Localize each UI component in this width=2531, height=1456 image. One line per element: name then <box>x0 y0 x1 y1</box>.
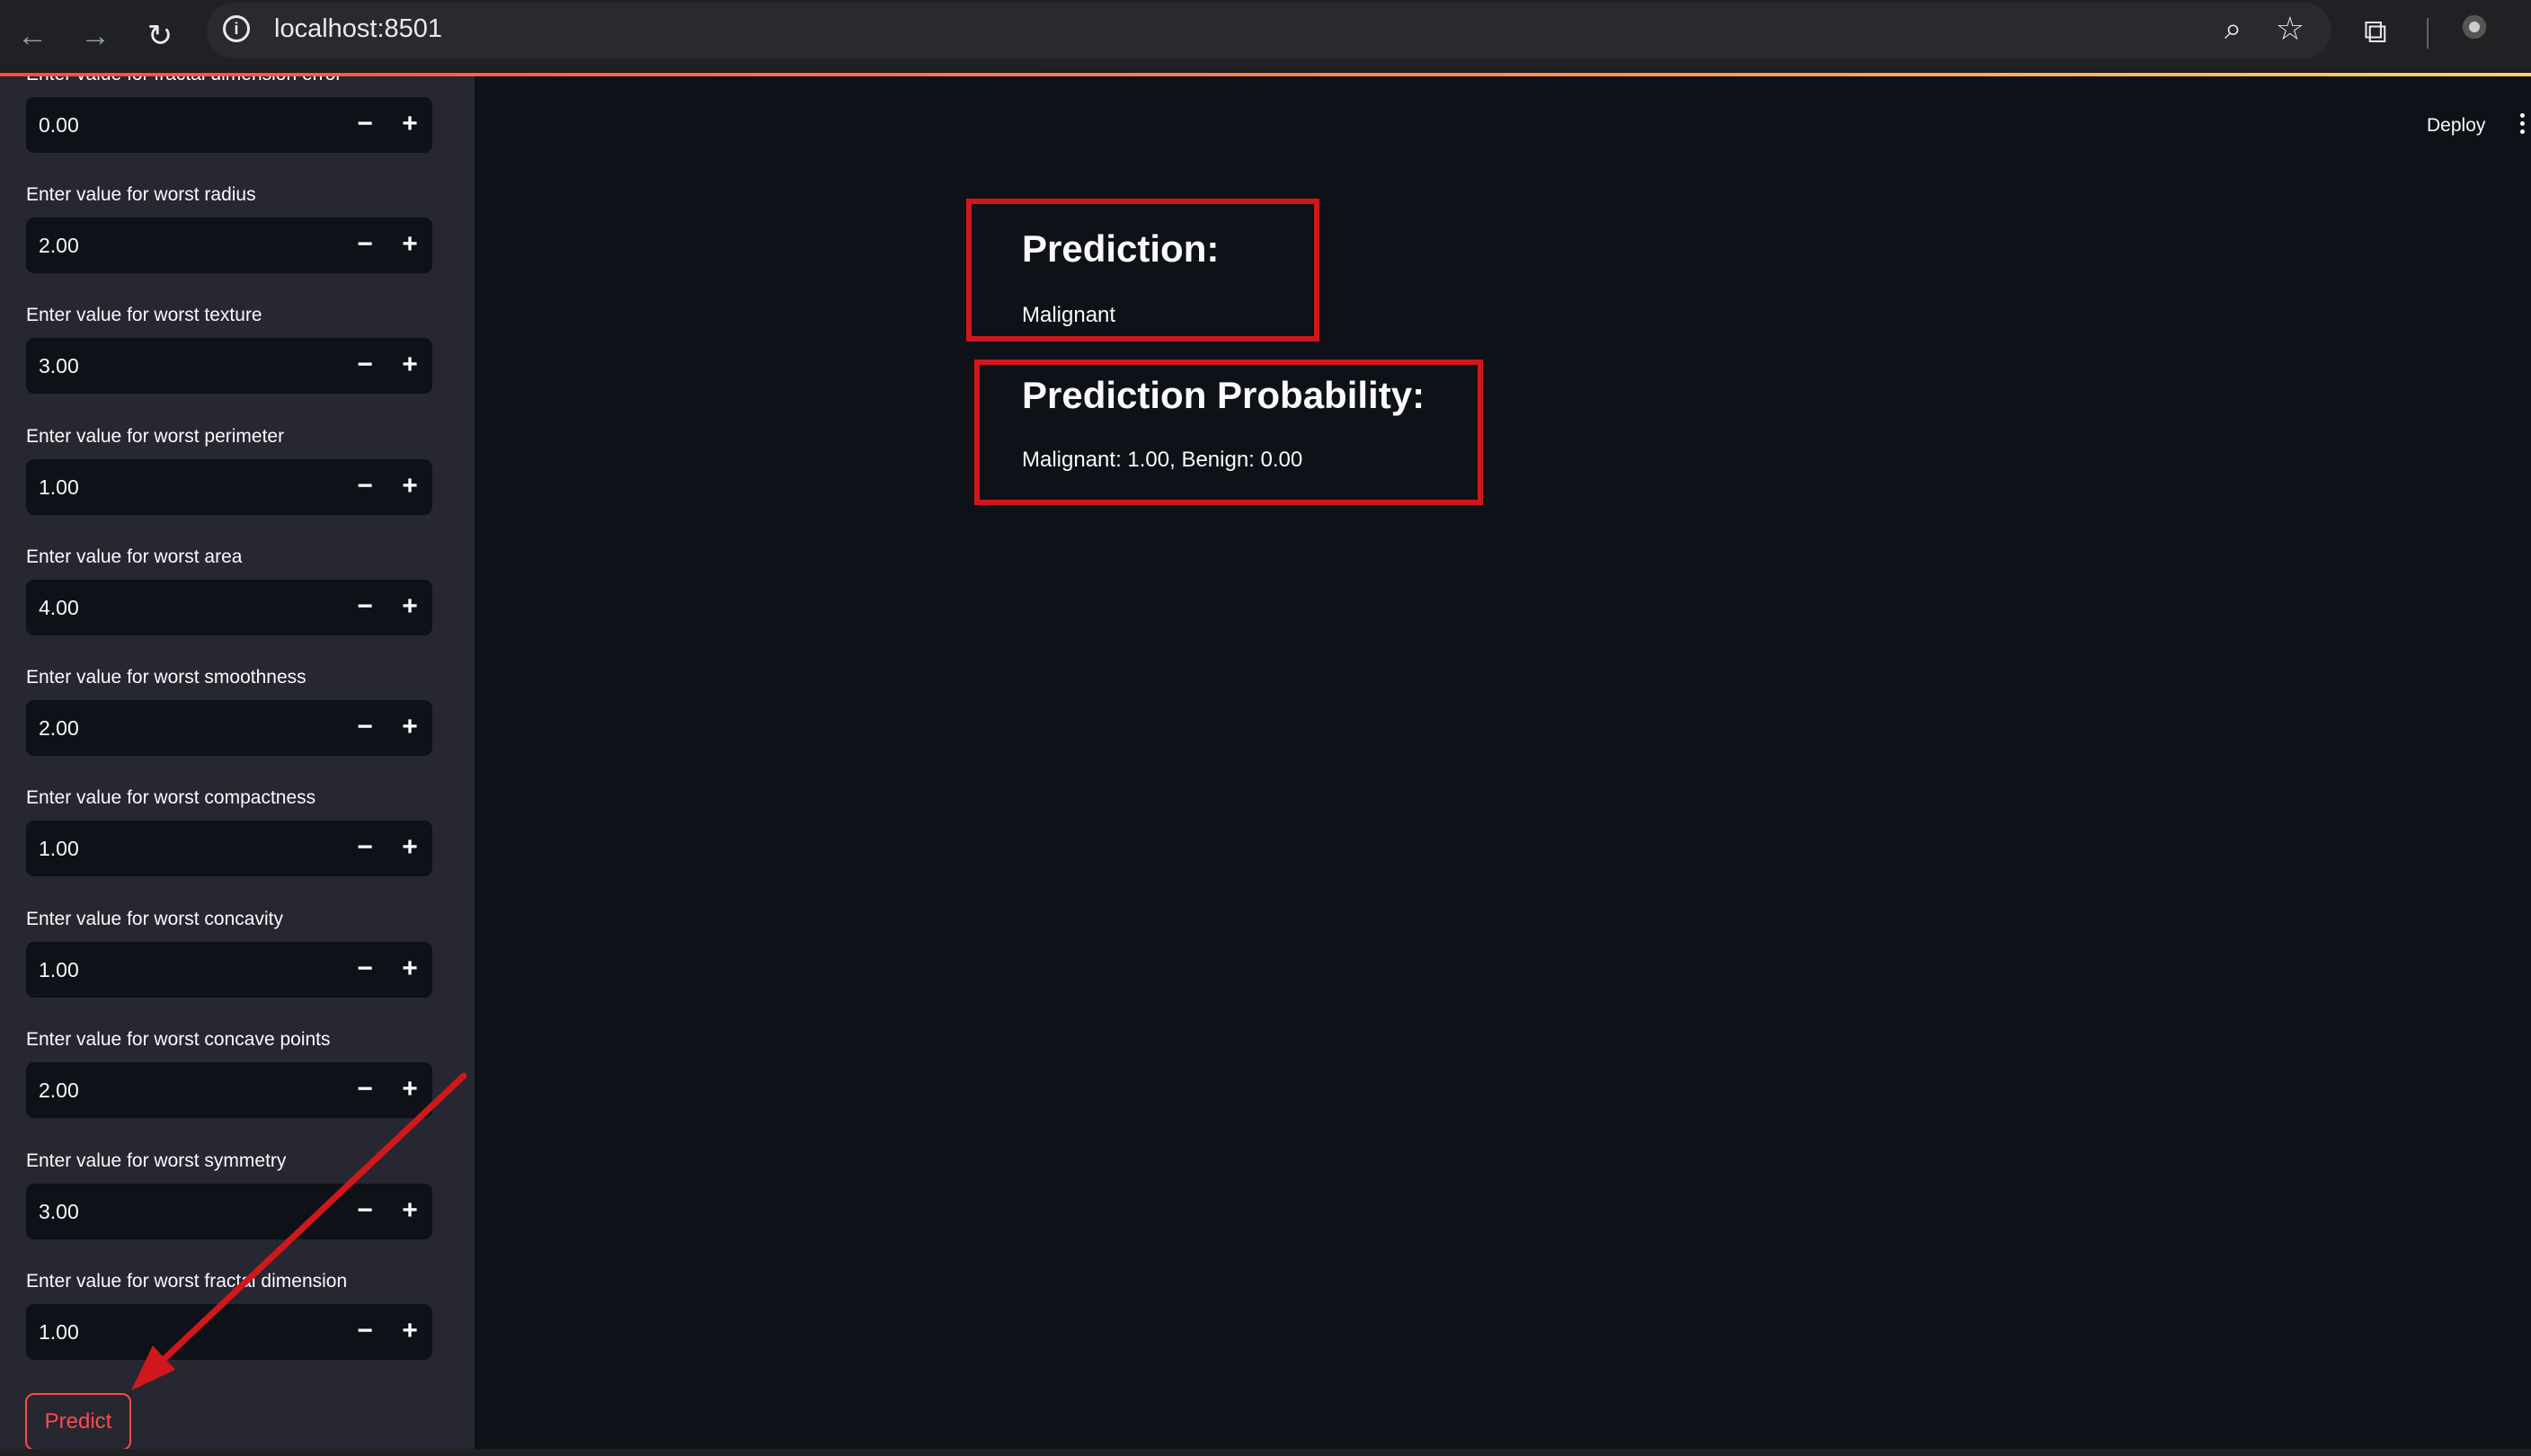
annotation-arrow <box>131 1072 467 1390</box>
window-bottom-edge <box>0 1449 2531 1456</box>
arrow-shaft <box>149 1072 467 1373</box>
